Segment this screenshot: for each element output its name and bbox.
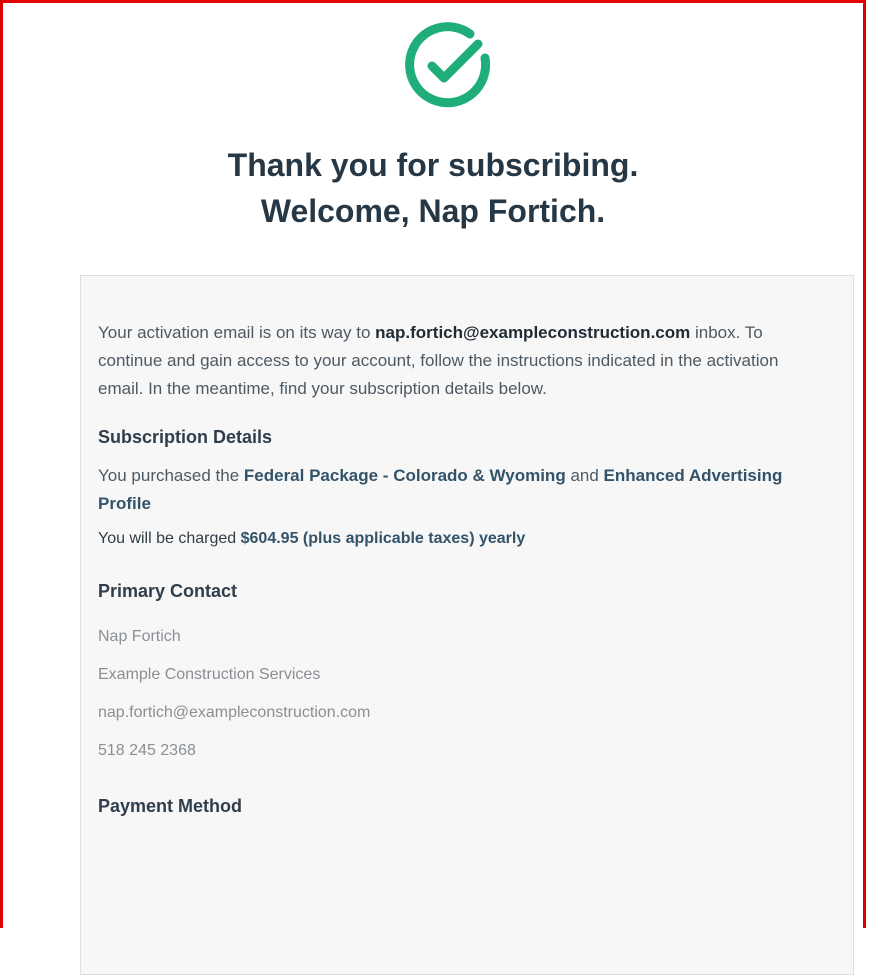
charge-summary: You will be charged $604.95 (plus applic…: [98, 530, 798, 548]
purchase-summary: You purchased the Federal Package - Colo…: [98, 462, 798, 518]
subscription-details-heading: Subscription Details: [98, 427, 273, 447]
check-circle-icon: [405, 22, 491, 108]
purchase-prefix: You purchased the: [98, 466, 244, 485]
intro-text-before: Your activation email is on its way to: [98, 323, 376, 342]
intro-email: nap.fortich@exampleconstruction.com: [375, 323, 691, 342]
package-name: Federal Package - Colorado & Wyoming: [243, 466, 566, 485]
purchase-and: and: [565, 466, 604, 485]
confirmation-card: Your activation email is on its way to n…: [80, 275, 854, 975]
primary-contact-heading: Primary Contact: [98, 581, 238, 601]
payment-method-heading: Payment Method: [98, 796, 243, 816]
contact-company: Example Construction Services: [98, 666, 321, 683]
card-content: Your activation email is on its way to n…: [98, 319, 798, 817]
title-line-welcome: Welcome, Nap Fortich.: [260, 193, 606, 229]
charge-prefix: You will be charged: [98, 530, 241, 547]
charge-amount: $604.95 (plus applicable taxes) yearly: [240, 530, 526, 547]
contact-email: nap.fortich@exampleconstruction.com: [98, 704, 371, 721]
activation-message: Your activation email is on its way to n…: [98, 319, 798, 403]
contact-name: Nap Fortich: [98, 628, 181, 645]
title-line-thanks: Thank you for subscribing.: [227, 147, 639, 183]
page-title: Thank you for subscribing. Welcome, Nap …: [0, 142, 866, 234]
contact-phone: 518 245 2368: [98, 742, 196, 759]
